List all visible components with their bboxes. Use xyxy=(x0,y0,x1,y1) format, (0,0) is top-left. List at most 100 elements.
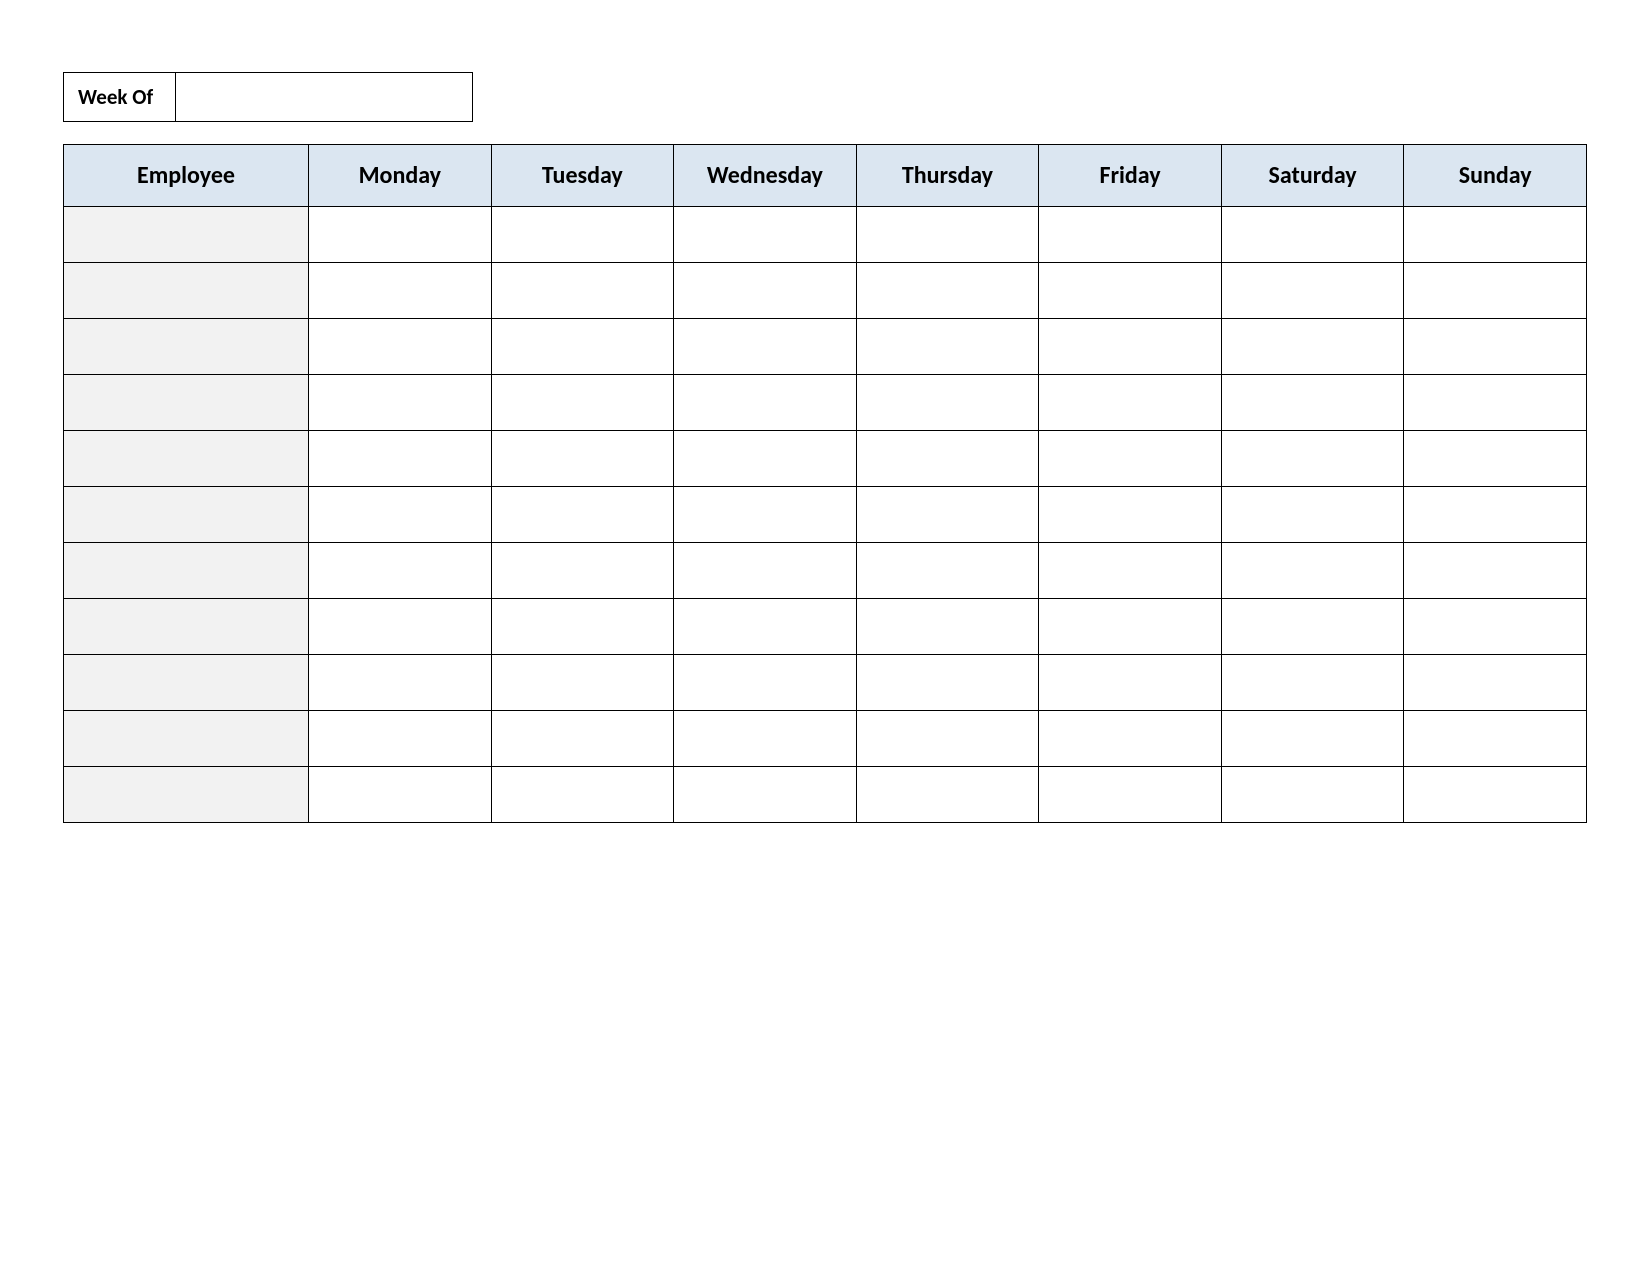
schedule-cell[interactable] xyxy=(491,767,674,823)
schedule-cell[interactable] xyxy=(309,599,492,655)
schedule-cell[interactable] xyxy=(674,767,857,823)
schedule-cell[interactable] xyxy=(491,543,674,599)
schedule-cell[interactable] xyxy=(856,767,1039,823)
schedule-cell[interactable] xyxy=(491,655,674,711)
schedule-cell[interactable] xyxy=(1404,431,1587,487)
header-monday: Monday xyxy=(309,145,492,207)
table-row xyxy=(64,319,1587,375)
schedule-cell[interactable] xyxy=(491,207,674,263)
employee-cell[interactable] xyxy=(64,543,309,599)
schedule-cell[interactable] xyxy=(1039,207,1222,263)
employee-cell[interactable] xyxy=(64,655,309,711)
schedule-cell[interactable] xyxy=(1221,711,1404,767)
schedule-cell[interactable] xyxy=(856,319,1039,375)
schedule-cell[interactable] xyxy=(1404,375,1587,431)
schedule-cell[interactable] xyxy=(856,711,1039,767)
schedule-cell[interactable] xyxy=(1404,543,1587,599)
schedule-cell[interactable] xyxy=(1039,487,1222,543)
schedule-cell[interactable] xyxy=(1039,543,1222,599)
schedule-cell[interactable] xyxy=(309,487,492,543)
header-wednesday: Wednesday xyxy=(674,145,857,207)
schedule-cell[interactable] xyxy=(491,599,674,655)
schedule-cell[interactable] xyxy=(1404,711,1587,767)
schedule-cell[interactable] xyxy=(309,431,492,487)
schedule-cell[interactable] xyxy=(674,655,857,711)
schedule-cell[interactable] xyxy=(1404,599,1587,655)
employee-cell[interactable] xyxy=(64,487,309,543)
schedule-cell[interactable] xyxy=(1221,375,1404,431)
schedule-cell[interactable] xyxy=(1404,263,1587,319)
schedule-cell[interactable] xyxy=(674,375,857,431)
schedule-cell[interactable] xyxy=(1221,487,1404,543)
schedule-cell[interactable] xyxy=(1221,767,1404,823)
table-row xyxy=(64,767,1587,823)
schedule-cell[interactable] xyxy=(1404,207,1587,263)
schedule-cell[interactable] xyxy=(674,431,857,487)
schedule-cell[interactable] xyxy=(309,655,492,711)
schedule-cell[interactable] xyxy=(491,375,674,431)
schedule-cell[interactable] xyxy=(856,431,1039,487)
employee-cell[interactable] xyxy=(64,767,309,823)
schedule-cell[interactable] xyxy=(309,543,492,599)
schedule-cell[interactable] xyxy=(1404,319,1587,375)
schedule-cell[interactable] xyxy=(491,487,674,543)
schedule-cell[interactable] xyxy=(1221,655,1404,711)
schedule-cell[interactable] xyxy=(856,543,1039,599)
schedule-cell[interactable] xyxy=(1404,655,1587,711)
schedule-cell[interactable] xyxy=(1039,263,1222,319)
schedule-cell[interactable] xyxy=(1039,767,1222,823)
schedule-cell[interactable] xyxy=(674,711,857,767)
employee-cell[interactable] xyxy=(64,263,309,319)
employee-cell[interactable] xyxy=(64,431,309,487)
schedule-cell[interactable] xyxy=(1221,207,1404,263)
schedule-cell[interactable] xyxy=(1221,319,1404,375)
schedule-cell[interactable] xyxy=(856,655,1039,711)
schedule-cell[interactable] xyxy=(856,375,1039,431)
week-of-value[interactable] xyxy=(176,73,472,121)
schedule-cell[interactable] xyxy=(309,263,492,319)
schedule-cell[interactable] xyxy=(491,431,674,487)
schedule-cell[interactable] xyxy=(856,207,1039,263)
schedule-cell[interactable] xyxy=(309,711,492,767)
table-header-row: Employee Monday Tuesday Wednesday Thursd… xyxy=(64,145,1587,207)
schedule-cell[interactable] xyxy=(491,319,674,375)
table-row xyxy=(64,207,1587,263)
employee-cell[interactable] xyxy=(64,375,309,431)
schedule-cell[interactable] xyxy=(1404,487,1587,543)
schedule-cell[interactable] xyxy=(674,263,857,319)
schedule-cell[interactable] xyxy=(1404,767,1587,823)
schedule-cell[interactable] xyxy=(491,711,674,767)
schedule-cell[interactable] xyxy=(674,487,857,543)
schedule-cell[interactable] xyxy=(856,487,1039,543)
schedule-cell[interactable] xyxy=(491,263,674,319)
schedule-cell[interactable] xyxy=(1039,711,1222,767)
table-row xyxy=(64,431,1587,487)
header-sunday: Sunday xyxy=(1404,145,1587,207)
schedule-cell[interactable] xyxy=(1039,319,1222,375)
schedule-cell[interactable] xyxy=(1039,431,1222,487)
employee-cell[interactable] xyxy=(64,711,309,767)
schedule-cell[interactable] xyxy=(309,375,492,431)
schedule-cell[interactable] xyxy=(674,599,857,655)
schedule-cell[interactable] xyxy=(1221,599,1404,655)
schedule-cell[interactable] xyxy=(674,207,857,263)
schedule-cell[interactable] xyxy=(1221,543,1404,599)
employee-cell[interactable] xyxy=(64,207,309,263)
schedule-cell[interactable] xyxy=(309,207,492,263)
schedule-cell[interactable] xyxy=(674,543,857,599)
schedule-cell[interactable] xyxy=(856,599,1039,655)
schedule-cell[interactable] xyxy=(1039,599,1222,655)
schedule-cell[interactable] xyxy=(1039,375,1222,431)
schedule-cell[interactable] xyxy=(1039,655,1222,711)
week-of-label: Week Of xyxy=(64,73,176,121)
schedule-cell[interactable] xyxy=(1221,263,1404,319)
schedule-cell[interactable] xyxy=(856,263,1039,319)
employee-cell[interactable] xyxy=(64,319,309,375)
schedule-cell[interactable] xyxy=(1221,431,1404,487)
employee-cell[interactable] xyxy=(64,599,309,655)
header-saturday: Saturday xyxy=(1221,145,1404,207)
table-row xyxy=(64,375,1587,431)
schedule-cell[interactable] xyxy=(674,319,857,375)
schedule-cell[interactable] xyxy=(309,767,492,823)
schedule-cell[interactable] xyxy=(309,319,492,375)
